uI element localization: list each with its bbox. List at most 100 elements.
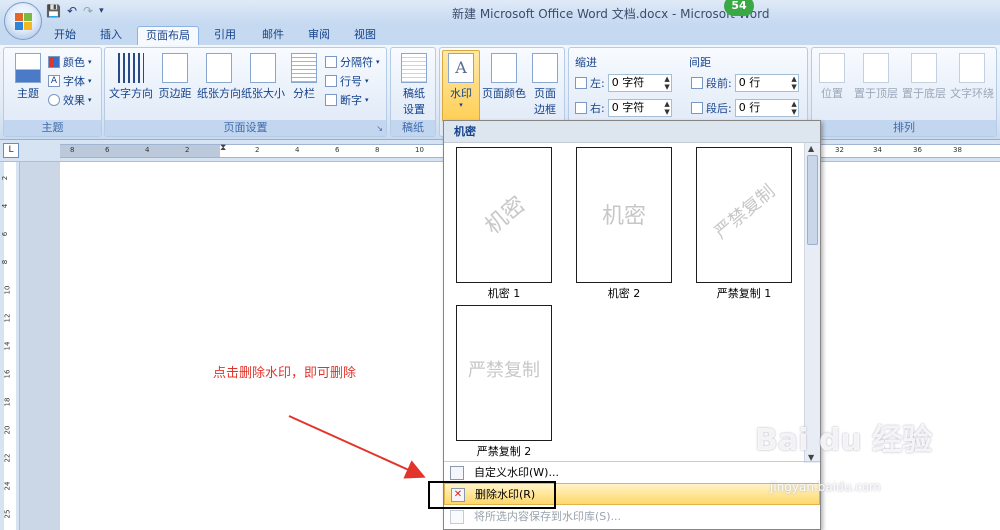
line-numbers-label: 行号 [340,75,362,88]
spinner-icon[interactable]: ▲ ▼ [664,75,669,91]
colors-icon [48,56,60,68]
tab-review[interactable]: 审阅 [300,26,338,45]
theme-icon [15,53,41,83]
text-wrap-button[interactable]: 文字环绕 [948,51,996,101]
orientation-button[interactable]: 纸张方向 [196,51,242,101]
page-color-button[interactable]: 页面颜色 [482,51,526,101]
customize-qat-icon[interactable]: ▾ [99,6,104,16]
instruction-annotation: 点击删除水印，即可删除 [213,366,357,381]
spinner-icon[interactable]: ▲ ▼ [664,100,669,116]
page-border-label-2: 边框 [534,103,556,116]
send-to-back-button[interactable]: 置于底层 [900,51,948,101]
line-numbers-icon [325,75,337,87]
draft-paper-group-label: 稿纸 [391,120,435,136]
columns-button[interactable]: 分栏 [287,51,321,101]
text-direction-label: 文字方向 [109,87,153,100]
draft-paper-button[interactable]: 稿纸 设置 [392,51,436,117]
hyphenation-button[interactable]: 断字 ▾ [325,92,369,108]
site-watermark-url: jingyan.baidu.com [770,480,881,494]
draft-paper-icon [401,53,427,83]
ruler-label: 10 [415,146,424,154]
page-border-button[interactable]: 页面 边框 [526,51,564,117]
watermark-option-confidential-2[interactable]: 机密 [576,147,672,283]
save-selection-icon [450,510,464,524]
page-setup-group: 文字方向 页边距 纸张方向 纸张大小 分栏 分隔符 ▾ 行号 ▾ 断字 ▾ 页面… [104,47,387,137]
margins-button[interactable]: 页边距 [153,51,197,101]
watermark-preview-text: 严禁复制 [710,180,780,244]
tab-references[interactable]: 引用 [206,26,244,45]
orientation-icon [206,53,232,83]
indent-left-row: 左: 0 字符 ▲ ▼ [575,74,672,92]
tab-insert[interactable]: 插入 [92,26,130,45]
annotation-arrow-icon [288,415,426,479]
title-bar: 💾 ↶ ↷ ▾ 新建 Microsoft Office Word 文档.docx… [0,0,1000,24]
watermark-icon: A [448,53,474,83]
draft-paper-group: 稿纸 设置 稿纸 [390,47,436,137]
line-numbers-button[interactable]: 行号 ▾ [325,73,369,89]
send-to-back-icon [911,53,937,83]
indent-left-value: 0 字符 [611,76,645,89]
indent-left-field[interactable]: 0 字符 ▲ ▼ [607,74,672,92]
theme-effects-label: 效果 [63,94,85,107]
draft-paper-label-2: 设置 [403,103,425,116]
ruler-label: 34 [873,146,882,154]
theme-fonts-button[interactable]: A 字体 ▾ [48,73,92,89]
scrollbar-thumb[interactable] [807,155,818,245]
redo-icon[interactable]: ↷ [83,4,93,18]
dialog-launcher-icon[interactable]: ↘ [376,121,383,137]
watermark-option-caption: 机密 2 [607,287,641,300]
indent-left-label: 左: [590,77,605,90]
undo-icon[interactable]: ↶ [67,4,77,18]
tab-mailings[interactable]: 邮件 [254,26,292,45]
ruler-margin [60,145,220,157]
office-button[interactable] [4,2,42,40]
columns-icon [291,53,317,83]
scroll-up-icon[interactable]: ▲ [808,144,814,153]
text-direction-button[interactable]: 文字方向 [107,51,155,101]
theme-button-label: 主题 [17,87,39,100]
spacing-after-label: 段后: [706,102,732,115]
theme-button[interactable]: 主题 [6,51,50,101]
ruler-label: 4 [145,146,150,154]
tab-view[interactable]: 视图 [346,26,384,45]
tab-selector-button[interactable]: L [3,143,19,158]
vertical-ruler[interactable]: 2 4 6 8 10 12 14 16 18 20 22 24 25 [0,162,20,530]
theme-group-label: 主题 [4,120,101,136]
effects-icon [48,94,60,106]
size-button[interactable]: 纸张大小 [240,51,286,101]
watermark-option-do-not-copy-2[interactable]: 严禁复制 [456,305,552,441]
spacing-before-value: 0 行 [738,76,761,89]
theme-colors-button[interactable]: 颜色 ▾ [48,54,92,70]
margins-label: 页边距 [158,87,192,100]
spacing-before-label: 段前: [706,77,732,90]
tab-home[interactable]: 开始 [46,26,84,45]
watermark-option-do-not-copy-1[interactable]: 严禁复制 [696,147,792,283]
page-border-icon [532,53,558,83]
watermark-gallery-menu: 机密 机密 机密 1 机密 机密 2 严禁复制 严禁复制 1 严禁复制 严禁复制… [443,120,821,530]
page-border-label-1: 页面 [534,87,556,100]
notification-badge: 54 [724,0,754,16]
spacing-after-field[interactable]: 0 行 ▲ ▼ [734,99,799,117]
bring-to-front-label: 置于顶层 [854,87,898,100]
tab-page-layout[interactable]: 页面布局 [137,26,199,45]
highlight-box [428,481,556,509]
indent-right-field[interactable]: 0 字符 ▲ ▼ [607,99,672,117]
watermark-option-confidential-1[interactable]: 机密 [456,147,552,283]
spacing-before-field[interactable]: 0 行 ▲ ▼ [734,74,799,92]
bring-to-front-button[interactable]: 置于顶层 [852,51,900,101]
indent-right-row: 右: 0 字符 ▲ ▼ [575,99,672,117]
vruler-label: 16 [3,369,12,379]
position-button[interactable]: 位置 [812,51,852,101]
save-to-watermark-gallery-item[interactable]: 将所选内容保存到水印库(S)... [444,506,820,528]
indent-left-icon [575,77,587,89]
watermark-button[interactable]: A 水印 ▾ [442,50,480,122]
breaks-button[interactable]: 分隔符 ▾ [325,54,380,70]
spacing-before-row: 段前: 0 行 ▲ ▼ [691,74,799,92]
fonts-icon: A [48,75,60,87]
save-icon[interactable]: 💾 [46,4,61,18]
indent-marker-icon[interactable]: ⧗ [220,143,226,153]
spinner-icon[interactable]: ▲ ▼ [791,75,796,91]
spinner-icon[interactable]: ▲ ▼ [791,100,796,116]
spacing-heading: 间距 [689,56,711,69]
theme-effects-button[interactable]: 效果 ▾ [48,92,92,108]
